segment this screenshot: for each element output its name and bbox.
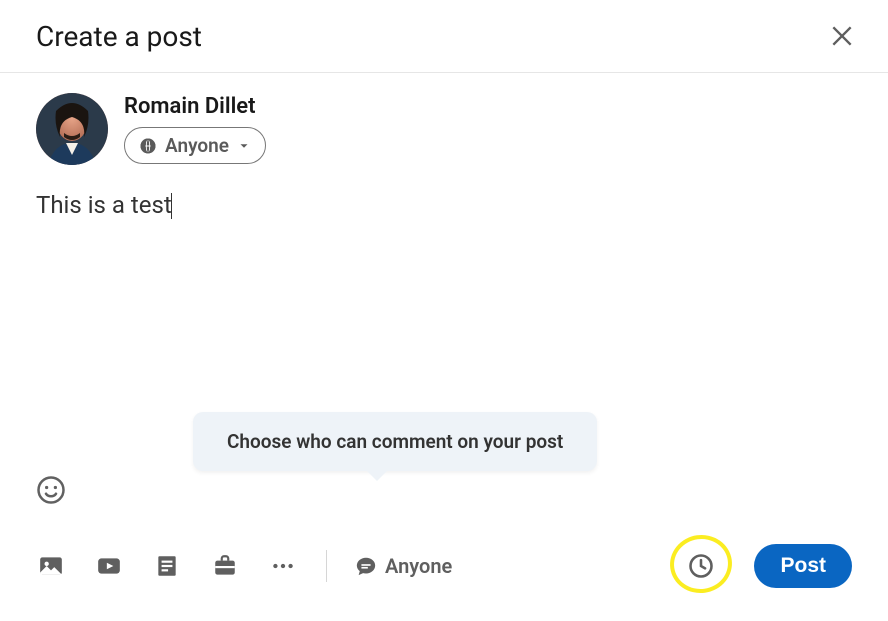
schedule-wrap <box>668 537 734 595</box>
close-button[interactable] <box>824 18 860 54</box>
briefcase-icon <box>210 553 240 579</box>
globe-icon <box>139 137 157 155</box>
visibility-selector[interactable]: Anyone <box>124 127 266 164</box>
tooltip-text: Choose who can comment on your post <box>227 430 563 453</box>
create-post-modal: Create a post <box>0 0 888 621</box>
text-caret <box>171 193 173 219</box>
editor-text: This is a test <box>36 191 172 219</box>
more-icon <box>268 553 298 579</box>
emoji-icon <box>36 475 66 505</box>
clock-icon <box>687 552 715 580</box>
visibility-label: Anyone <box>165 134 229 157</box>
comment-scope-label: Anyone <box>385 554 452 578</box>
modal-header: Create a post <box>0 0 888 73</box>
author-meta: Romain Dillet Anyone <box>124 94 266 164</box>
author-row: Romain Dillet Anyone <box>36 93 852 165</box>
more-options-button[interactable] <box>268 553 298 579</box>
caret-down-icon <box>237 139 251 153</box>
comment-scope-tooltip: Choose who can comment on your post <box>193 412 597 471</box>
close-icon <box>829 23 855 49</box>
add-photo-button[interactable] <box>36 553 66 579</box>
document-icon <box>152 553 182 579</box>
avatar <box>36 93 108 165</box>
add-video-button[interactable] <box>94 553 124 579</box>
post-button[interactable]: Post <box>754 544 852 588</box>
modal-body: Romain Dillet Anyone This is a test <box>0 73 888 523</box>
post-editor[interactable]: This is a test <box>36 189 852 339</box>
photo-icon <box>36 553 66 579</box>
author-name: Romain Dillet <box>124 94 266 119</box>
add-document-button[interactable] <box>152 553 182 579</box>
video-icon <box>94 553 124 579</box>
add-job-button[interactable] <box>210 553 240 579</box>
emoji-button[interactable] <box>36 475 66 505</box>
comment-icon <box>355 555 377 577</box>
modal-footer: Anyone Post <box>0 523 888 621</box>
attachment-icons <box>36 553 298 579</box>
avatar-image <box>36 93 108 165</box>
comment-scope-button[interactable]: Anyone <box>355 554 452 578</box>
schedule-button[interactable] <box>687 552 715 580</box>
emoji-row <box>36 475 852 523</box>
modal-title: Create a post <box>36 20 202 53</box>
footer-divider <box>326 550 327 582</box>
